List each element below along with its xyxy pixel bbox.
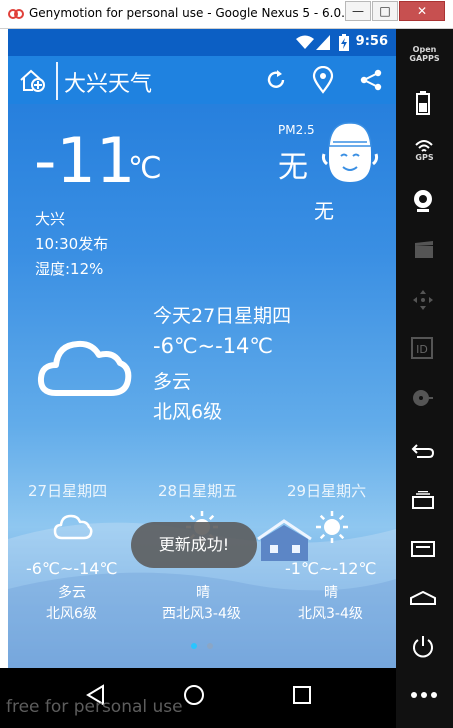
back-arrow-icon[interactable] [411,442,435,460]
home-side-icon[interactable] [410,591,436,605]
gps-label: GPS [415,153,434,162]
forecast-1-weather: 多云 [58,585,86,601]
dpad-icon[interactable] [412,289,434,311]
signal-icon [316,35,330,50]
temperature-unit: ℃ [128,151,162,186]
app-bar-divider [56,62,58,100]
webcam-icon[interactable] [412,189,434,213]
screencast-icon[interactable] [414,241,434,259]
today-wind: 北风6级 [153,401,223,423]
today-weather: 多云 [153,371,192,393]
cloud-icon [37,340,132,396]
today-date: 今天27日星期四 [153,305,292,327]
location-name: 大兴 [35,210,66,228]
city-title: 大兴天气 [64,72,153,97]
forecast-2-weather: 晴 [196,585,210,601]
forecast-2-date: 28日星期五 [158,482,238,500]
home-icon[interactable] [183,684,205,706]
watermark: free for personal use [6,697,183,717]
current-temperature: -11 [34,124,136,197]
air-quality-text: 无 [314,199,334,223]
phone-screen: 9:56 大兴天气 -11 ℃ 大兴 10:30发布 湿度:12% PM2.5 … [8,29,396,668]
pm25-label: PM2.5 [278,123,315,137]
app-bar: 大兴天气 [8,56,396,104]
close-button[interactable]: ✕ [399,1,445,21]
battery-charging-icon [339,34,349,51]
air-quality-face-icon [321,122,379,182]
forecast-3-weather: 晴 [324,585,338,601]
power-icon[interactable] [411,635,435,659]
open-gapps-button[interactable]: Open GAPPS [396,45,453,63]
forecast-3-date: 29日星期六 [287,482,367,500]
wifi-icon [296,35,314,49]
genymotion-logo-icon [8,9,24,19]
window-title-bar: Genymotion for personal use - Google Nex… [0,0,453,29]
share-icon[interactable] [359,68,383,92]
id-button[interactable]: ID [411,337,433,359]
gps-icon[interactable] [415,139,433,153]
page-indicator-dot-active [191,643,197,649]
more-options-icon[interactable] [410,691,438,699]
recent-apps-icon[interactable] [292,685,312,705]
forecast-1-wind: 北风6级 [46,606,97,622]
location-pin-icon[interactable] [312,66,334,94]
forecast-1-temp: -6℃~-14℃ [26,559,118,578]
disk-icon[interactable] [412,387,434,409]
publish-time: 10:30发布 [35,235,109,253]
minimize-button[interactable]: — [345,1,371,21]
recent-apps-side-icon[interactable] [412,491,434,509]
add-city-home-icon[interactable] [19,68,47,92]
forecast-1-date: 27日星期四 [28,482,108,500]
humidity: 湿度:12% [35,260,104,278]
forecast-3-wind: 北风3-4级 [298,606,363,622]
status-bar: 9:56 [8,29,396,56]
toast-message: 更新成功! [131,522,257,568]
genymotion-side-panel: Open GAPPS GPS ID [396,29,453,728]
cloud-icon [53,514,93,540]
battery-icon[interactable] [416,91,430,115]
forecast-3-temp: -1℃~-12℃ [285,559,377,578]
page-indicator-dot [207,643,213,649]
sun-icon [316,511,348,543]
status-time: 9:56 [355,34,388,49]
menu-icon[interactable] [411,541,435,557]
maximize-button[interactable]: □ [372,1,398,21]
forecast-2-wind: 西北风3-4级 [162,606,241,622]
pm25-value: 无 [278,150,308,185]
today-temp-range: -6℃~-14℃ [153,334,274,358]
refresh-icon[interactable] [264,68,288,92]
window-title: Genymotion for personal use - Google Nex… [29,6,353,20]
